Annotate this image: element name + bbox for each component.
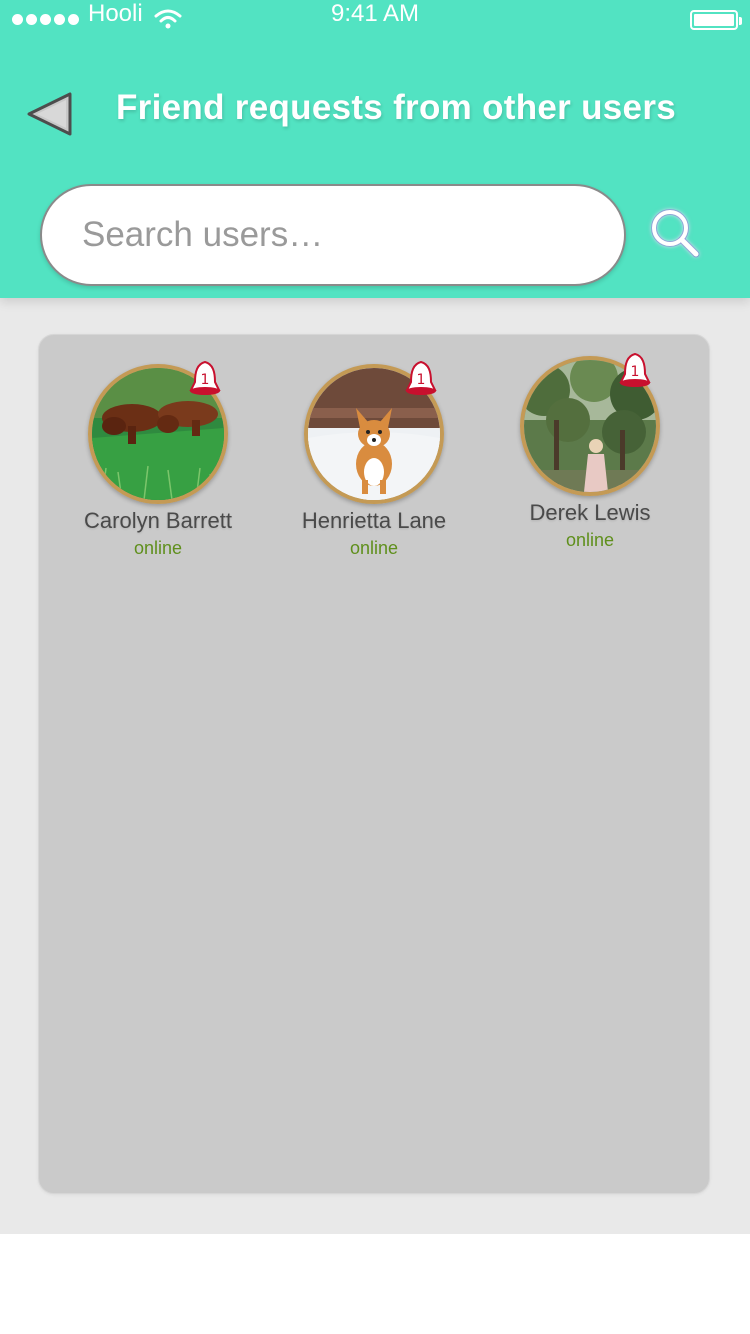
badge-count: 1 [417, 372, 426, 388]
bell-icon: 1 [189, 360, 221, 395]
search-icon [651, 209, 700, 258]
back-arrow-icon [27, 92, 72, 136]
search-button[interactable] [644, 202, 704, 262]
back-button[interactable] [24, 90, 76, 138]
page-title: Friend requests from other users [116, 88, 677, 127]
user-name: Carolyn Barrett [84, 508, 232, 533]
user-tile-derek-lewis[interactable]: 1 Derek Lewis online [480, 352, 700, 551]
user-name: Henrietta Lane [301, 508, 447, 533]
search-field [40, 184, 626, 286]
battery-icon [690, 10, 742, 30]
user-name: Derek Lewis [529, 500, 651, 525]
user-status: online [565, 530, 615, 550]
bottom-area [0, 1234, 750, 1334]
user-status: online [349, 538, 399, 558]
app-header: Hooli 9:41 AM Friend requests from other… [0, 0, 750, 298]
user-tile-henrietta-lane[interactable]: 1 Henrietta Lane online [264, 360, 484, 559]
bell-icon: 1 [619, 352, 651, 387]
user-tile-carolyn-barrett[interactable]: 1 Carolyn Barrett online [48, 360, 268, 559]
badge-count: 1 [201, 372, 210, 388]
status-bar: Hooli 9:41 AM [0, 0, 750, 40]
badge-count: 1 [631, 364, 640, 380]
user-status: online [133, 538, 183, 558]
search-input[interactable] [42, 186, 624, 284]
status-time: 9:41 AM [330, 0, 420, 27]
bell-icon: 1 [405, 360, 437, 395]
